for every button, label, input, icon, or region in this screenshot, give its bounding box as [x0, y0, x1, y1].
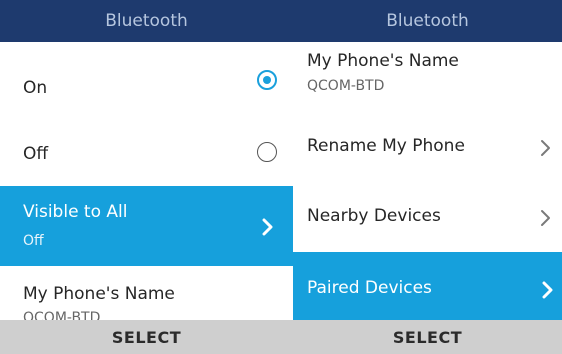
bluetooth-screen-left: Bluetooth On Off Visible to All Off My P… — [0, 0, 293, 354]
radio-selected-icon[interactable] — [257, 70, 277, 90]
my-phone-name-label: My Phone's Name — [307, 51, 459, 71]
rename-my-phone-label: Rename My Phone — [307, 136, 465, 156]
option-on[interactable]: On — [0, 42, 293, 116]
option-off-label: Off — [23, 144, 49, 164]
my-phone-name-value: QCOM-BTD — [307, 78, 385, 94]
option-paired-devices[interactable]: Paired Devices — [293, 252, 562, 320]
nearby-devices-label: Nearby Devices — [307, 206, 441, 226]
option-on-label: On — [23, 78, 48, 98]
option-rename-my-phone[interactable]: Rename My Phone — [293, 112, 562, 182]
select-softkey[interactable]: SELECT — [0, 320, 293, 354]
my-phone-name-label: My Phone's Name — [23, 284, 175, 304]
visible-to-all-value: Off — [23, 233, 44, 249]
screen-header: Bluetooth — [293, 0, 562, 42]
option-visible-to-all[interactable]: Visible to All Off — [0, 186, 293, 266]
screen-header: Bluetooth — [0, 0, 293, 42]
softkey-label: SELECT — [392, 327, 463, 347]
radio-unselected-icon[interactable] — [257, 142, 277, 162]
softkey-label: SELECT — [111, 327, 182, 347]
option-my-phone-name[interactable]: My Phone's Name QCOM-BTD — [0, 266, 293, 326]
select-softkey[interactable]: SELECT — [293, 320, 562, 354]
chevron-right-icon — [542, 281, 553, 299]
option-nearby-devices[interactable]: Nearby Devices — [293, 182, 562, 252]
option-my-phone-name[interactable]: My Phone's Name QCOM-BTD — [293, 42, 562, 112]
chevron-right-icon — [541, 210, 550, 226]
bluetooth-screen-right: Bluetooth My Phone's Name QCOM-BTD Renam… — [293, 0, 562, 354]
paired-devices-label: Paired Devices — [307, 278, 432, 298]
option-off[interactable]: Off — [0, 116, 293, 186]
chevron-right-icon — [541, 140, 550, 156]
header-title: Bluetooth — [386, 11, 469, 31]
chevron-right-icon — [262, 218, 273, 236]
visible-to-all-label: Visible to All — [23, 202, 128, 222]
header-title: Bluetooth — [105, 11, 188, 31]
